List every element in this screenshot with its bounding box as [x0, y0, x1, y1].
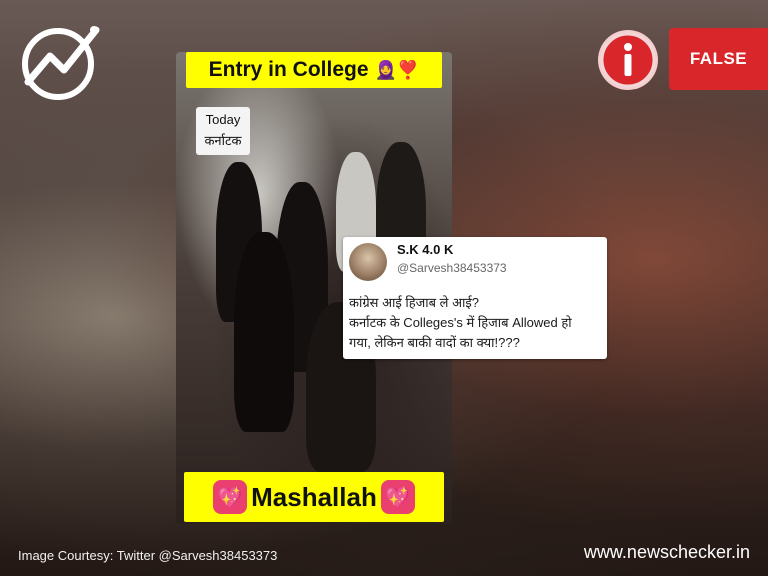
tweet-text-line: कांग्रेस आई हिजाब ले आई? [349, 295, 480, 310]
tweet-text: कांग्रेस आई हिजाब ले आई? कर्नाटक के Coll… [349, 293, 607, 353]
crowd-figure [234, 232, 294, 432]
false-verdict-badge: FALSE [669, 28, 768, 90]
tweet-author-name: S.K 4.0 K [397, 242, 454, 257]
today-text: Today [205, 112, 241, 127]
tweet-card: S.K 4.0 K @Sarvesh38453373 कांग्रेस आई ह… [343, 237, 607, 359]
video-top-banner: Entry in College 🧕❣️ [186, 52, 442, 88]
image-courtesy: Image Courtesy: Twitter @Sarvesh38453373 [18, 548, 278, 563]
tweet-text-line: गया, लेकिन बाकी वादों का क्या!??? [349, 335, 520, 350]
tweet-author-handle: @Sarvesh38453373 [397, 261, 507, 275]
location-text: कर्नाटक [204, 133, 242, 148]
sparkling-heart-icon: 💖 [213, 480, 248, 514]
site-url: www.newschecker.in [583, 542, 750, 562]
avatar [349, 243, 387, 281]
sparkling-heart-icon: 💖 [380, 480, 415, 514]
top-banner-text: Entry in College [208, 58, 369, 81]
today-location-label: Today कर्नाटक [196, 107, 250, 155]
tweet-text-line: कर्नाटक के Colleges's में हिजाब Allowed … [349, 315, 572, 330]
info-icon [598, 30, 658, 90]
video-bottom-banner: 💖 Mashallah 💖 [184, 472, 444, 522]
newschecker-logo-icon [22, 26, 100, 100]
top-banner-emoji: 🧕❣️ [374, 59, 420, 80]
bottom-banner-text: Mashallah [251, 481, 377, 512]
